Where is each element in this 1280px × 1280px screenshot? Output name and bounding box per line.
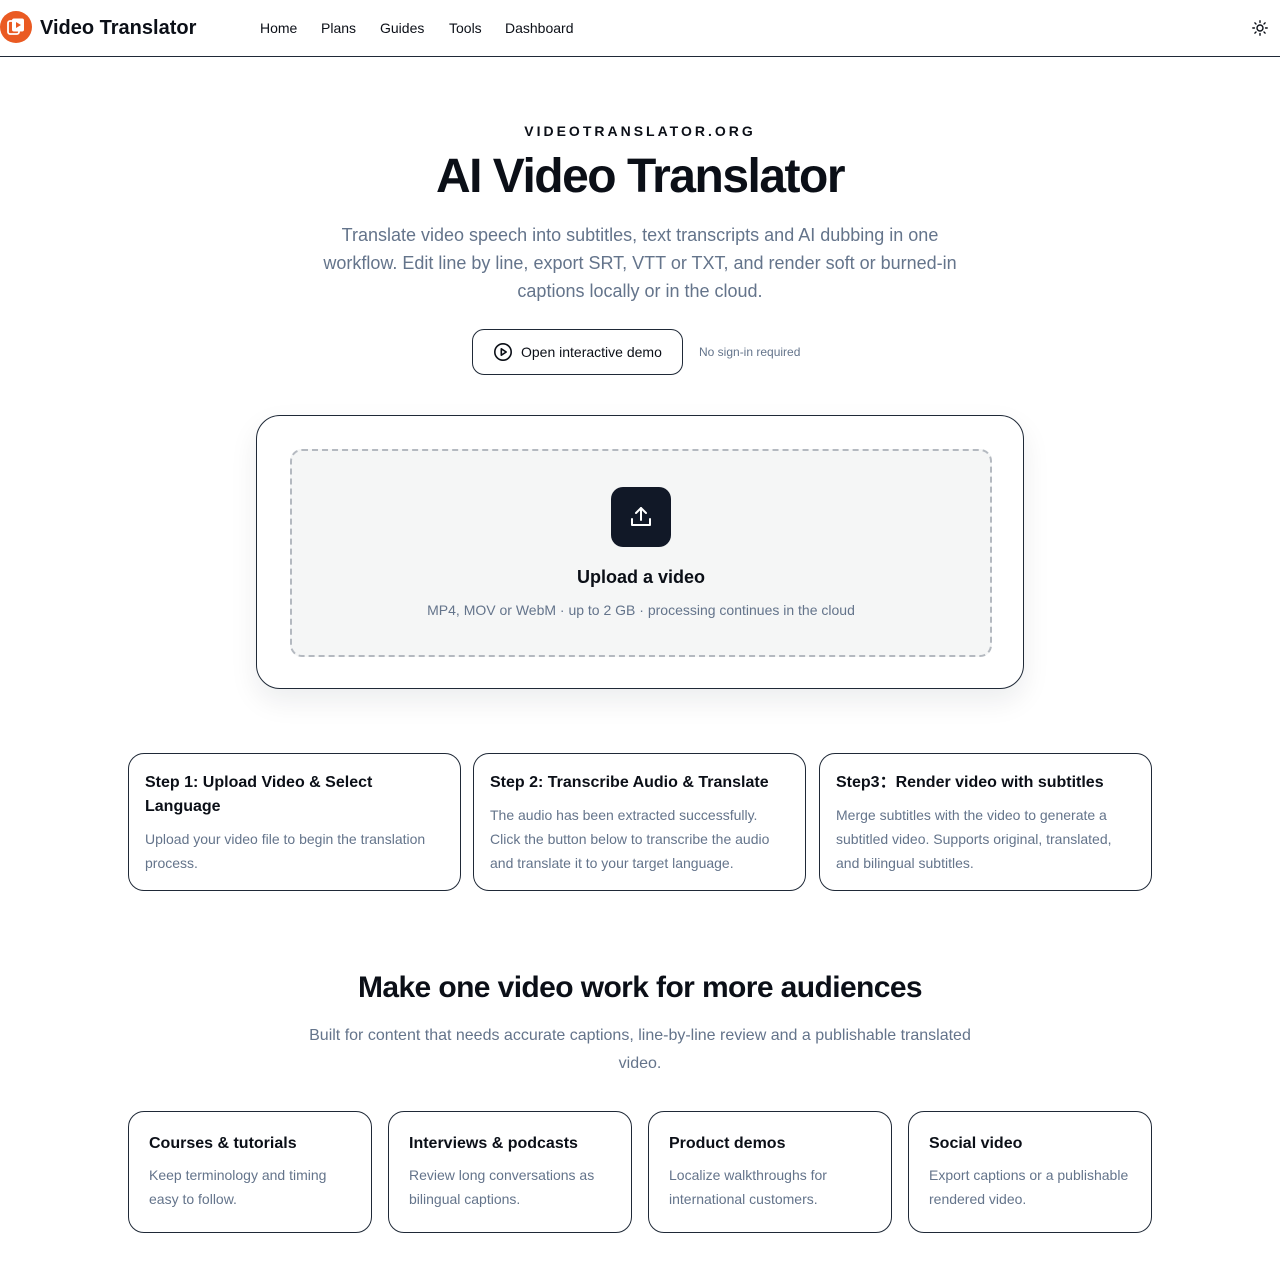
- site-header: Video Translator Home Plans Guides Tools…: [0, 0, 1280, 57]
- nav-tools[interactable]: Tools: [449, 19, 505, 37]
- step-description: Merge subtitles with the video to genera…: [836, 807, 1112, 871]
- nav-guides[interactable]: Guides: [380, 19, 449, 37]
- audiences-title: Make one video work for more audiences: [357, 971, 923, 1004]
- audience-card-product-demos: Product demos Localize walkthroughs for …: [648, 1111, 892, 1233]
- logo-icon[interactable]: [0, 11, 32, 43]
- open-demo-button[interactable]: Open interactive demo: [472, 329, 683, 375]
- audiences-subtitle: Built for content that needs accurate ca…: [309, 1027, 971, 1072]
- no-signin-note: No sign-in required: [699, 345, 801, 359]
- audience-card-title: Courses & tutorials: [149, 1135, 297, 1152]
- audience-card-social-video: Social video Export captions or a publis…: [908, 1111, 1152, 1233]
- page-title: AI Video Translator: [435, 150, 846, 203]
- nav-plans[interactable]: Plans: [321, 19, 380, 37]
- audience-card-interviews: Interviews & podcasts Review long conver…: [388, 1111, 632, 1233]
- step-description: The audio has been extracted successfull…: [490, 807, 770, 871]
- step-title: Step 2: Transcribe Audio & Translate: [490, 774, 769, 791]
- sun-icon[interactable]: [1251, 19, 1269, 37]
- main-nav: Home Plans Guides Tools Dashboard: [260, 19, 574, 37]
- audience-card-description: Localize walkthroughs for international …: [669, 1167, 827, 1207]
- nav-home[interactable]: Home: [260, 19, 321, 37]
- hero-eyebrow: VIDEOTRANSLATOR.ORG: [524, 123, 756, 139]
- upload-icon: [611, 487, 671, 547]
- upload-card: Upload a video MP4, MOV or WebM · up to …: [256, 415, 1024, 689]
- upload-dropzone[interactable]: Upload a video MP4, MOV or WebM · up to …: [290, 449, 992, 657]
- audience-card-description: Keep terminology and timing easy to foll…: [149, 1167, 327, 1207]
- audience-card-title: Product demos: [669, 1135, 786, 1152]
- hero-subtitle: Translate video speech into subtitles, t…: [323, 225, 957, 301]
- step-title: Step3：Render video with subtitles: [836, 774, 1104, 791]
- step-card-1: Step 1: Upload Video & Select Language U…: [128, 753, 461, 891]
- audience-card-courses: Courses & tutorials Keep terminology and…: [128, 1111, 372, 1233]
- step-title: Step 1: Upload Video & Select Language: [145, 774, 373, 815]
- audience-card-description: Export captions or a publishable rendere…: [929, 1167, 1129, 1207]
- audience-card-description: Review long conversations as bilingual c…: [409, 1167, 595, 1207]
- play-circle-icon: [494, 343, 512, 361]
- audience-card-title: Social video: [929, 1135, 1023, 1152]
- brand-name[interactable]: Video Translator: [40, 16, 196, 40]
- step-card-2: Step 2: Transcribe Audio & Translate The…: [473, 753, 806, 891]
- upload-hint: MP4, MOV or WebM · up to 2 GB · processi…: [427, 602, 855, 618]
- nav-dashboard[interactable]: Dashboard: [505, 19, 574, 37]
- step-card-3: Step3：Render video with subtitles Merge …: [819, 753, 1152, 891]
- upload-title: Upload a video: [576, 567, 706, 587]
- audience-card-title: Interviews & podcasts: [409, 1135, 578, 1152]
- step-description: Upload your video file to begin the tran…: [145, 831, 426, 871]
- open-demo-label: Open interactive demo: [521, 344, 662, 360]
